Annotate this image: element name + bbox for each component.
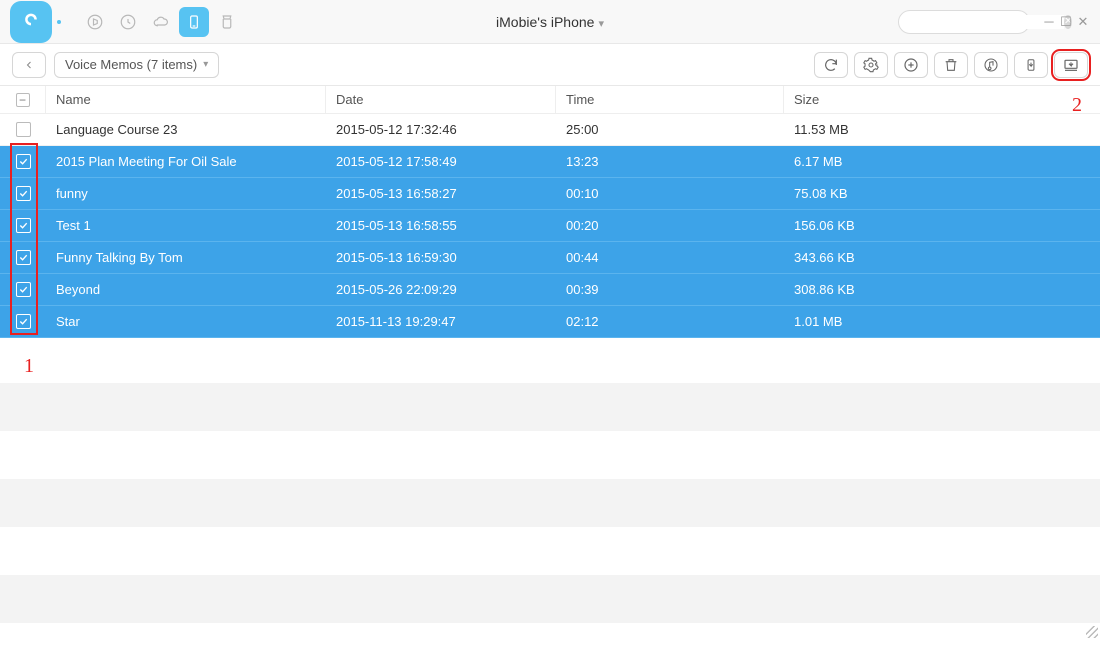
refresh-icon: [823, 57, 839, 73]
breadcrumb-label: Voice Memos (7 items): [65, 57, 197, 72]
table-row[interactable]: Language Course 232015-05-12 17:32:4625:…: [0, 114, 1100, 146]
cell-name: Test 1: [46, 218, 326, 233]
cell-date: 2015-05-13 16:58:55: [326, 218, 556, 233]
row-checkbox[interactable]: [16, 282, 31, 297]
chevron-down-icon: ▾: [598, 18, 604, 30]
cell-time: 13:23: [556, 154, 784, 169]
resize-grip[interactable]: [1086, 626, 1098, 638]
breadcrumb-dropdown[interactable]: Voice Memos (7 items) ▾: [54, 52, 219, 78]
to-itunes-button[interactable]: [974, 52, 1008, 78]
cell-date: 2015-05-13 16:59:30: [326, 250, 556, 265]
cell-time: 00:10: [556, 186, 784, 201]
gear-icon: [863, 57, 879, 73]
table-row[interactable]: Beyond2015-05-26 22:09:2900:39308.86 KB: [0, 274, 1100, 306]
cell-size: 11.53 MB: [784, 122, 1100, 137]
close-button[interactable]: ✕: [1076, 15, 1090, 29]
row-checkbox[interactable]: [16, 122, 31, 137]
search-box[interactable]: ✕: [898, 10, 1030, 34]
cell-size: 343.66 KB: [784, 250, 1100, 265]
refresh-button[interactable]: [814, 52, 848, 78]
table-row[interactable]: funny2015-05-13 16:58:2700:1075.08 KB: [0, 178, 1100, 210]
column-header-name[interactable]: Name: [46, 86, 326, 113]
table-row[interactable]: 2015 Plan Meeting For Oil Sale2015-05-12…: [0, 146, 1100, 178]
tab-history[interactable]: [113, 7, 143, 37]
to-device-icon: [1024, 57, 1038, 73]
tab-cloud[interactable]: [146, 7, 176, 37]
table-header: − Name Date Time Size: [0, 86, 1100, 114]
to-computer-button[interactable]: [1054, 52, 1088, 78]
select-all-checkbox[interactable]: −: [16, 93, 30, 107]
chevron-left-icon: [23, 59, 35, 71]
cell-size: 156.06 KB: [784, 218, 1100, 233]
itunes-icon: [983, 57, 999, 73]
to-device-button[interactable]: [1014, 52, 1048, 78]
cell-time: 25:00: [556, 122, 784, 137]
column-header-time[interactable]: Time: [556, 86, 784, 113]
row-checkbox[interactable]: [16, 186, 31, 201]
cell-size: 6.17 MB: [784, 154, 1100, 169]
column-header-size[interactable]: Size: [784, 86, 1100, 113]
tab-device[interactable]: [179, 7, 209, 37]
table-row[interactable]: Test 12015-05-13 16:58:5500:20156.06 KB: [0, 210, 1100, 242]
cell-date: 2015-11-13 19:29:47: [326, 314, 556, 329]
cell-name: Star: [46, 314, 326, 329]
cell-name: Funny Talking By Tom: [46, 250, 326, 265]
cell-time: 00:44: [556, 250, 784, 265]
minimize-button[interactable]: ─: [1042, 15, 1056, 29]
table-body: Language Course 232015-05-12 17:32:4625:…: [0, 114, 1100, 338]
category-tabs: [80, 7, 242, 37]
settings-button[interactable]: [854, 52, 888, 78]
table-row[interactable]: Star2015-11-13 19:29:4702:121.01 MB: [0, 306, 1100, 338]
toolbar: Voice Memos (7 items) ▾: [0, 44, 1100, 86]
titlebar: iMobie's iPhone ▾ ✕ ─ ☐ ✕: [0, 0, 1100, 44]
table-row[interactable]: Funny Talking By Tom2015-05-13 16:59:300…: [0, 242, 1100, 274]
cell-time: 00:20: [556, 218, 784, 233]
plus-circle-icon: [903, 57, 919, 73]
maximize-button[interactable]: ☐: [1059, 15, 1073, 29]
search-input[interactable]: [909, 15, 1064, 29]
cell-name: Beyond: [46, 282, 326, 297]
row-checkbox[interactable]: [16, 314, 31, 329]
cell-date: 2015-05-12 17:58:49: [326, 154, 556, 169]
cell-name: 2015 Plan Meeting For Oil Sale: [46, 154, 326, 169]
cell-size: 75.08 KB: [784, 186, 1100, 201]
back-button[interactable]: [12, 52, 46, 78]
row-checkbox[interactable]: [16, 250, 31, 265]
trash-icon: [943, 57, 959, 73]
empty-rows-background: [0, 335, 1100, 640]
cell-name: Language Course 23: [46, 122, 326, 137]
cell-time: 00:39: [556, 282, 784, 297]
tab-audio[interactable]: [80, 7, 110, 37]
row-checkbox[interactable]: [16, 218, 31, 233]
cell-date: 2015-05-13 16:58:27: [326, 186, 556, 201]
delete-button[interactable]: [934, 52, 968, 78]
logo-dot-icon: [54, 17, 64, 27]
cell-size: 1.01 MB: [784, 314, 1100, 329]
tab-apps[interactable]: [212, 7, 242, 37]
cell-time: 02:12: [556, 314, 784, 329]
row-checkbox[interactable]: [16, 154, 31, 169]
chevron-down-icon: ▾: [203, 59, 208, 70]
cell-size: 308.86 KB: [784, 282, 1100, 297]
add-button[interactable]: [894, 52, 928, 78]
cell-date: 2015-05-26 22:09:29: [326, 282, 556, 297]
app-logo: [10, 1, 52, 43]
to-computer-icon: [1062, 57, 1080, 73]
column-header-date[interactable]: Date: [326, 86, 556, 113]
cell-name: funny: [46, 186, 326, 201]
cell-date: 2015-05-12 17:32:46: [326, 122, 556, 137]
device-name: iMobie's iPhone: [496, 14, 594, 30]
